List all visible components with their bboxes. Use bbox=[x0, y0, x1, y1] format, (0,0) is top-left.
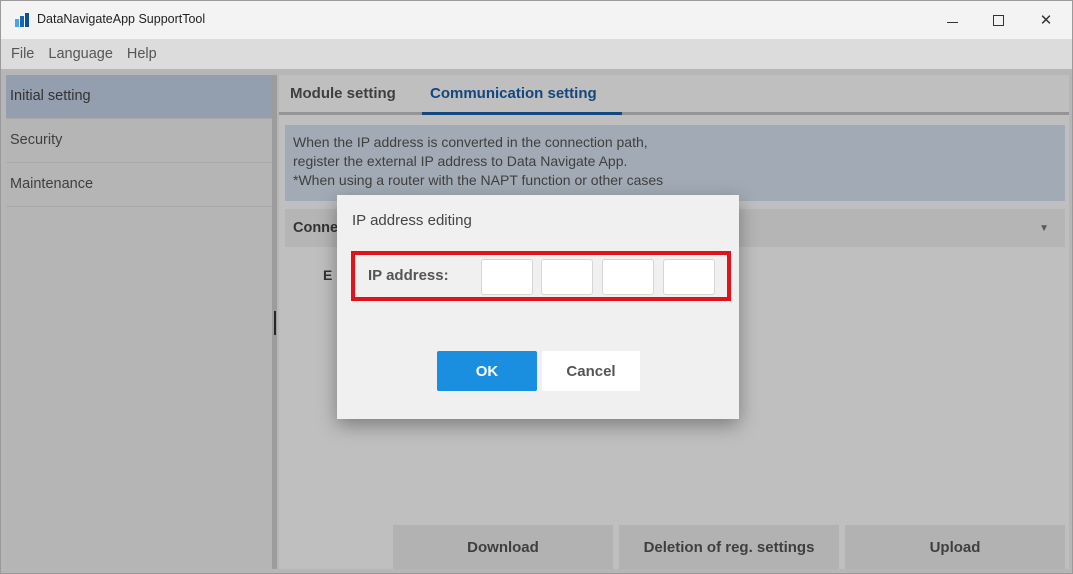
ip-octet-4-input[interactable] bbox=[663, 259, 715, 295]
dialog-title: IP address editing bbox=[352, 212, 472, 229]
maximize-icon bbox=[992, 14, 1004, 26]
maximize-button[interactable] bbox=[975, 1, 1021, 39]
app-window: DataNavigateApp SupportTool ✕ File Langu… bbox=[0, 0, 1073, 574]
window-title: DataNavigateApp SupportTool bbox=[37, 12, 206, 26]
menu-bar: File Language Help bbox=[1, 39, 1072, 69]
ip-octet-1-input[interactable] bbox=[481, 259, 533, 295]
ip-address-row: IP address: bbox=[351, 251, 731, 301]
content-area: Initial setting Security Maintenance Mod… bbox=[1, 69, 1072, 573]
menu-language[interactable]: Language bbox=[48, 44, 113, 64]
close-icon: ✕ bbox=[1039, 12, 1053, 29]
app-logo-icon bbox=[15, 13, 31, 27]
minimize-button[interactable] bbox=[929, 1, 975, 39]
cancel-button[interactable]: Cancel bbox=[542, 351, 640, 391]
ok-button[interactable]: OK bbox=[437, 351, 537, 391]
minimize-icon bbox=[946, 21, 958, 23]
ip-address-dialog: IP address editing IP address: OK Cancel bbox=[337, 195, 739, 419]
ip-octet-3-input[interactable] bbox=[602, 259, 654, 295]
ip-octet-2-input[interactable] bbox=[541, 259, 593, 295]
close-button[interactable]: ✕ bbox=[1023, 1, 1069, 39]
menu-file[interactable]: File bbox=[11, 44, 34, 64]
ip-address-label: IP address: bbox=[368, 267, 449, 284]
menu-help[interactable]: Help bbox=[127, 44, 157, 64]
title-bar: DataNavigateApp SupportTool ✕ bbox=[1, 1, 1072, 39]
